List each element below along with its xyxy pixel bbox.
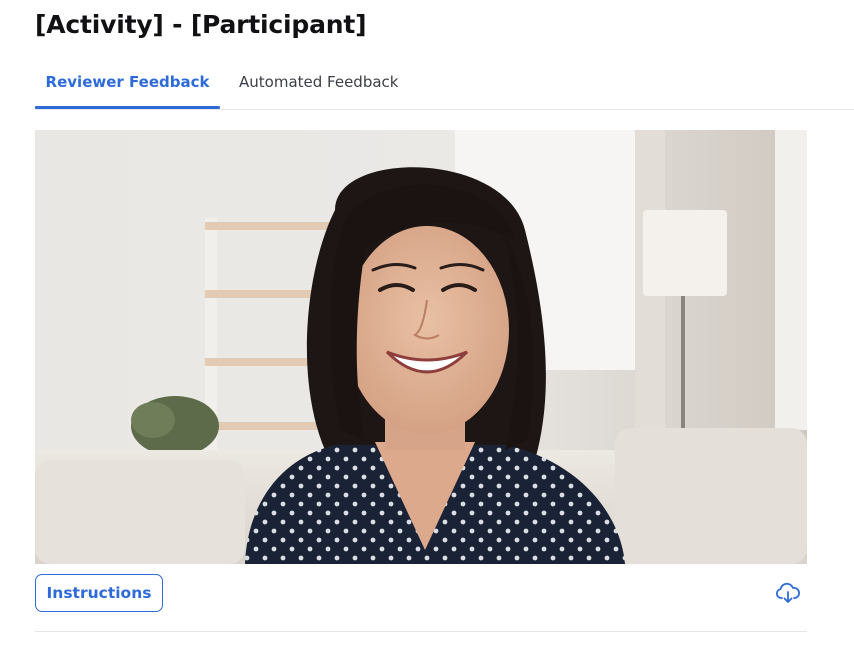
video-thumbnail[interactable]: [35, 130, 807, 564]
tab-bar: Reviewer Feedback Automated Feedback: [35, 58, 854, 110]
tab-reviewer-feedback[interactable]: Reviewer Feedback: [35, 58, 220, 109]
cloud-download-icon: [775, 582, 800, 603]
divider: [35, 631, 807, 632]
download-button[interactable]: [773, 579, 803, 607]
video-frame-illustration: [35, 130, 807, 564]
tab-automated-feedback[interactable]: Automated Feedback: [220, 58, 417, 106]
instructions-button[interactable]: Instructions: [35, 574, 163, 612]
page-title: [Activity] - [Participant]: [35, 10, 367, 39]
